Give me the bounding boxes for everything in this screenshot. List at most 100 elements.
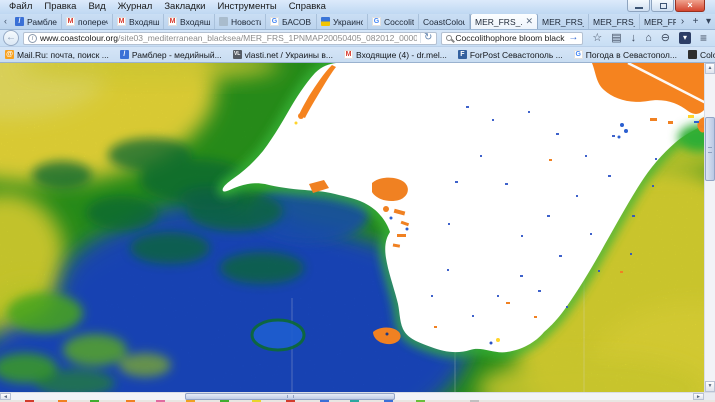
- gmail-favicon: M: [344, 50, 353, 59]
- tab[interactable]: GБАСОВ Р...: [266, 14, 317, 29]
- tab-label: БАСОВ Р...: [282, 17, 312, 27]
- tab[interactable]: MER_FRS_1P...: [589, 14, 640, 29]
- bookmark-label: Colonel Cassad: [700, 50, 715, 60]
- gmail-favicon: M: [66, 17, 75, 26]
- scroll-up-button[interactable]: ▲: [705, 63, 715, 74]
- bookmark-item[interactable]: Colonel Cassad: [688, 50, 715, 60]
- horizontal-scrollbar-track[interactable]: [11, 393, 693, 400]
- tab-label: Входящи...: [129, 17, 159, 27]
- app-menu-icon[interactable]: ≡: [700, 32, 707, 45]
- tab[interactable]: Украинс...: [317, 14, 368, 29]
- search-icon: [446, 35, 452, 41]
- tab-label: CoastColour ...: [423, 17, 465, 27]
- window-controls: ×: [627, 0, 705, 12]
- scroll-left-button[interactable]: ◄: [0, 393, 11, 400]
- bookmark-item[interactable]: @Mail.Ru: почта, поиск ...: [5, 50, 109, 60]
- tab-label: Новости ...: [231, 17, 261, 27]
- vertical-scrollbar-track[interactable]: [705, 74, 715, 381]
- bookmark-item[interactable]: VLvlasti.net / Украины в...: [233, 50, 333, 60]
- bookmark-item[interactable]: GПогода в Севастопол...: [574, 50, 677, 60]
- reload-icon[interactable]: ↻: [420, 33, 432, 43]
- bookmark-item[interactable]: /Рамблер - медийный...: [120, 50, 222, 60]
- tab-label: MER_FRS_1P...: [644, 17, 676, 27]
- scroll-down-button[interactable]: ▼: [705, 381, 715, 392]
- bookmark-item[interactable]: FForPost Севастополь ...: [458, 50, 563, 60]
- cassad-favicon: [688, 50, 697, 59]
- horizontal-scrollbar[interactable]: ◄ ►: [0, 392, 704, 400]
- tab[interactable]: /Рамблер...: [11, 14, 62, 29]
- tab[interactable]: Новости ...: [215, 14, 266, 29]
- menu-item[interactable]: Вид: [82, 0, 111, 14]
- tab[interactable]: MВходящи...: [113, 14, 164, 29]
- rambler-favicon: /: [120, 50, 129, 59]
- chlorophyll-map-image: [0, 63, 704, 392]
- tab-label: Рамблер...: [27, 17, 57, 27]
- bookmark-label: vlasti.net / Украины в...: [245, 50, 333, 60]
- bookmarks-menu-icon[interactable]: ▤: [611, 32, 621, 45]
- tab-close-icon[interactable]: ✕: [525, 17, 533, 26]
- tab[interactable]: GCoccolith...: [368, 14, 419, 29]
- tab[interactable]: CoastColour ...: [419, 14, 470, 29]
- url-host: www.coastcolour.org: [40, 33, 118, 43]
- rambler-favicon: /: [15, 17, 24, 26]
- menu-item[interactable]: Закладки: [158, 0, 211, 14]
- google-favicon: G: [574, 50, 583, 59]
- bookmark-label: Погода в Севастопол...: [586, 50, 677, 60]
- new-tab-button[interactable]: +: [689, 14, 702, 29]
- forpost-favicon: F: [458, 50, 467, 59]
- gmail-favicon: M: [168, 17, 177, 26]
- tab-label: MER_FRS_1P...: [542, 17, 584, 27]
- tab-label: попереч...: [78, 17, 108, 27]
- bookmark-star-icon[interactable]: ☆: [592, 32, 602, 45]
- tab[interactable]: MER_FRS_1P...: [538, 14, 589, 29]
- minimize-icon: [635, 7, 643, 9]
- bookmark-label: Mail.Ru: почта, поиск ...: [17, 50, 109, 60]
- search-go-icon[interactable]: →: [568, 33, 578, 43]
- search-input[interactable]: [455, 33, 565, 43]
- menu-bar: ФайлПравкаВидЖурналЗакладкиИнструментыСп…: [0, 0, 715, 14]
- toolbar-icons: ☆ ▤ ↓ ⌂ ⊖ ▾ ≡: [587, 32, 712, 45]
- horizontal-scrollbar-thumb[interactable]: [185, 393, 395, 400]
- vertical-scrollbar[interactable]: ▲ ▼: [704, 63, 715, 392]
- tab-bar: ‹ /Рамблер...Mпопереч...MВходящи...MВход…: [0, 14, 715, 30]
- tab[interactable]: MВходящи...: [164, 14, 215, 29]
- home-icon[interactable]: ⌂: [645, 32, 652, 45]
- menu-item[interactable]: Журнал: [112, 0, 159, 14]
- site-grey-favicon: [219, 17, 228, 26]
- bookmark-label: Рамблер - медийный...: [132, 50, 222, 60]
- tab[interactable]: MER_FRS_1P...: [640, 14, 676, 29]
- menu-item[interactable]: Справка: [283, 0, 332, 14]
- extension-badge-icon[interactable]: ▾: [679, 32, 691, 44]
- ukraine-favicon: [321, 17, 330, 26]
- tab[interactable]: Mпопереч...: [62, 14, 113, 29]
- google-favicon: G: [270, 17, 279, 26]
- bookmark-label: ForPost Севастополь ...: [470, 50, 563, 60]
- back-button[interactable]: ←: [3, 30, 19, 46]
- gmail-favicon: M: [117, 17, 126, 26]
- adblock-icon[interactable]: ⊖: [661, 32, 670, 45]
- scroll-tabs-right-button[interactable]: ›: [676, 14, 689, 29]
- site-info-icon[interactable]: i: [28, 34, 37, 43]
- url-text: www.coastcolour.org/site03_mediterranean…: [40, 33, 417, 43]
- bookmark-item[interactable]: MВходящие (4) - dr.mel...: [344, 50, 447, 60]
- url-bar[interactable]: i www.coastcolour.org/site03_mediterrane…: [23, 32, 437, 45]
- list-all-tabs-button[interactable]: ▾: [702, 14, 715, 29]
- downloads-icon[interactable]: ↓: [631, 32, 637, 45]
- tabs-container: /Рамблер...Mпопереч...MВходящи...MВходящ…: [11, 14, 676, 29]
- tab-label: Входящи...: [180, 17, 210, 27]
- menu-item[interactable]: Файл: [3, 0, 38, 14]
- scroll-tabs-left-button[interactable]: ‹: [0, 14, 11, 29]
- url-path: /site03_mediterranean_blacksea/MER_FRS_1…: [118, 33, 417, 43]
- vertical-scrollbar-thumb[interactable]: [705, 117, 715, 181]
- search-box[interactable]: →: [441, 32, 583, 45]
- close-button[interactable]: ×: [675, 0, 705, 12]
- menu-item[interactable]: Инструменты: [211, 0, 282, 14]
- scroll-right-button[interactable]: ►: [693, 393, 704, 400]
- tab-active[interactable]: MER_FRS_...✕: [470, 14, 538, 29]
- menu-item[interactable]: Правка: [38, 0, 82, 14]
- minimize-button[interactable]: [627, 0, 650, 12]
- vlasti-favicon: VL: [233, 50, 242, 59]
- restore-button[interactable]: [651, 0, 674, 12]
- mailru-favicon: @: [5, 50, 14, 59]
- horizontal-scrollbar-row: ◄ ►: [0, 392, 715, 400]
